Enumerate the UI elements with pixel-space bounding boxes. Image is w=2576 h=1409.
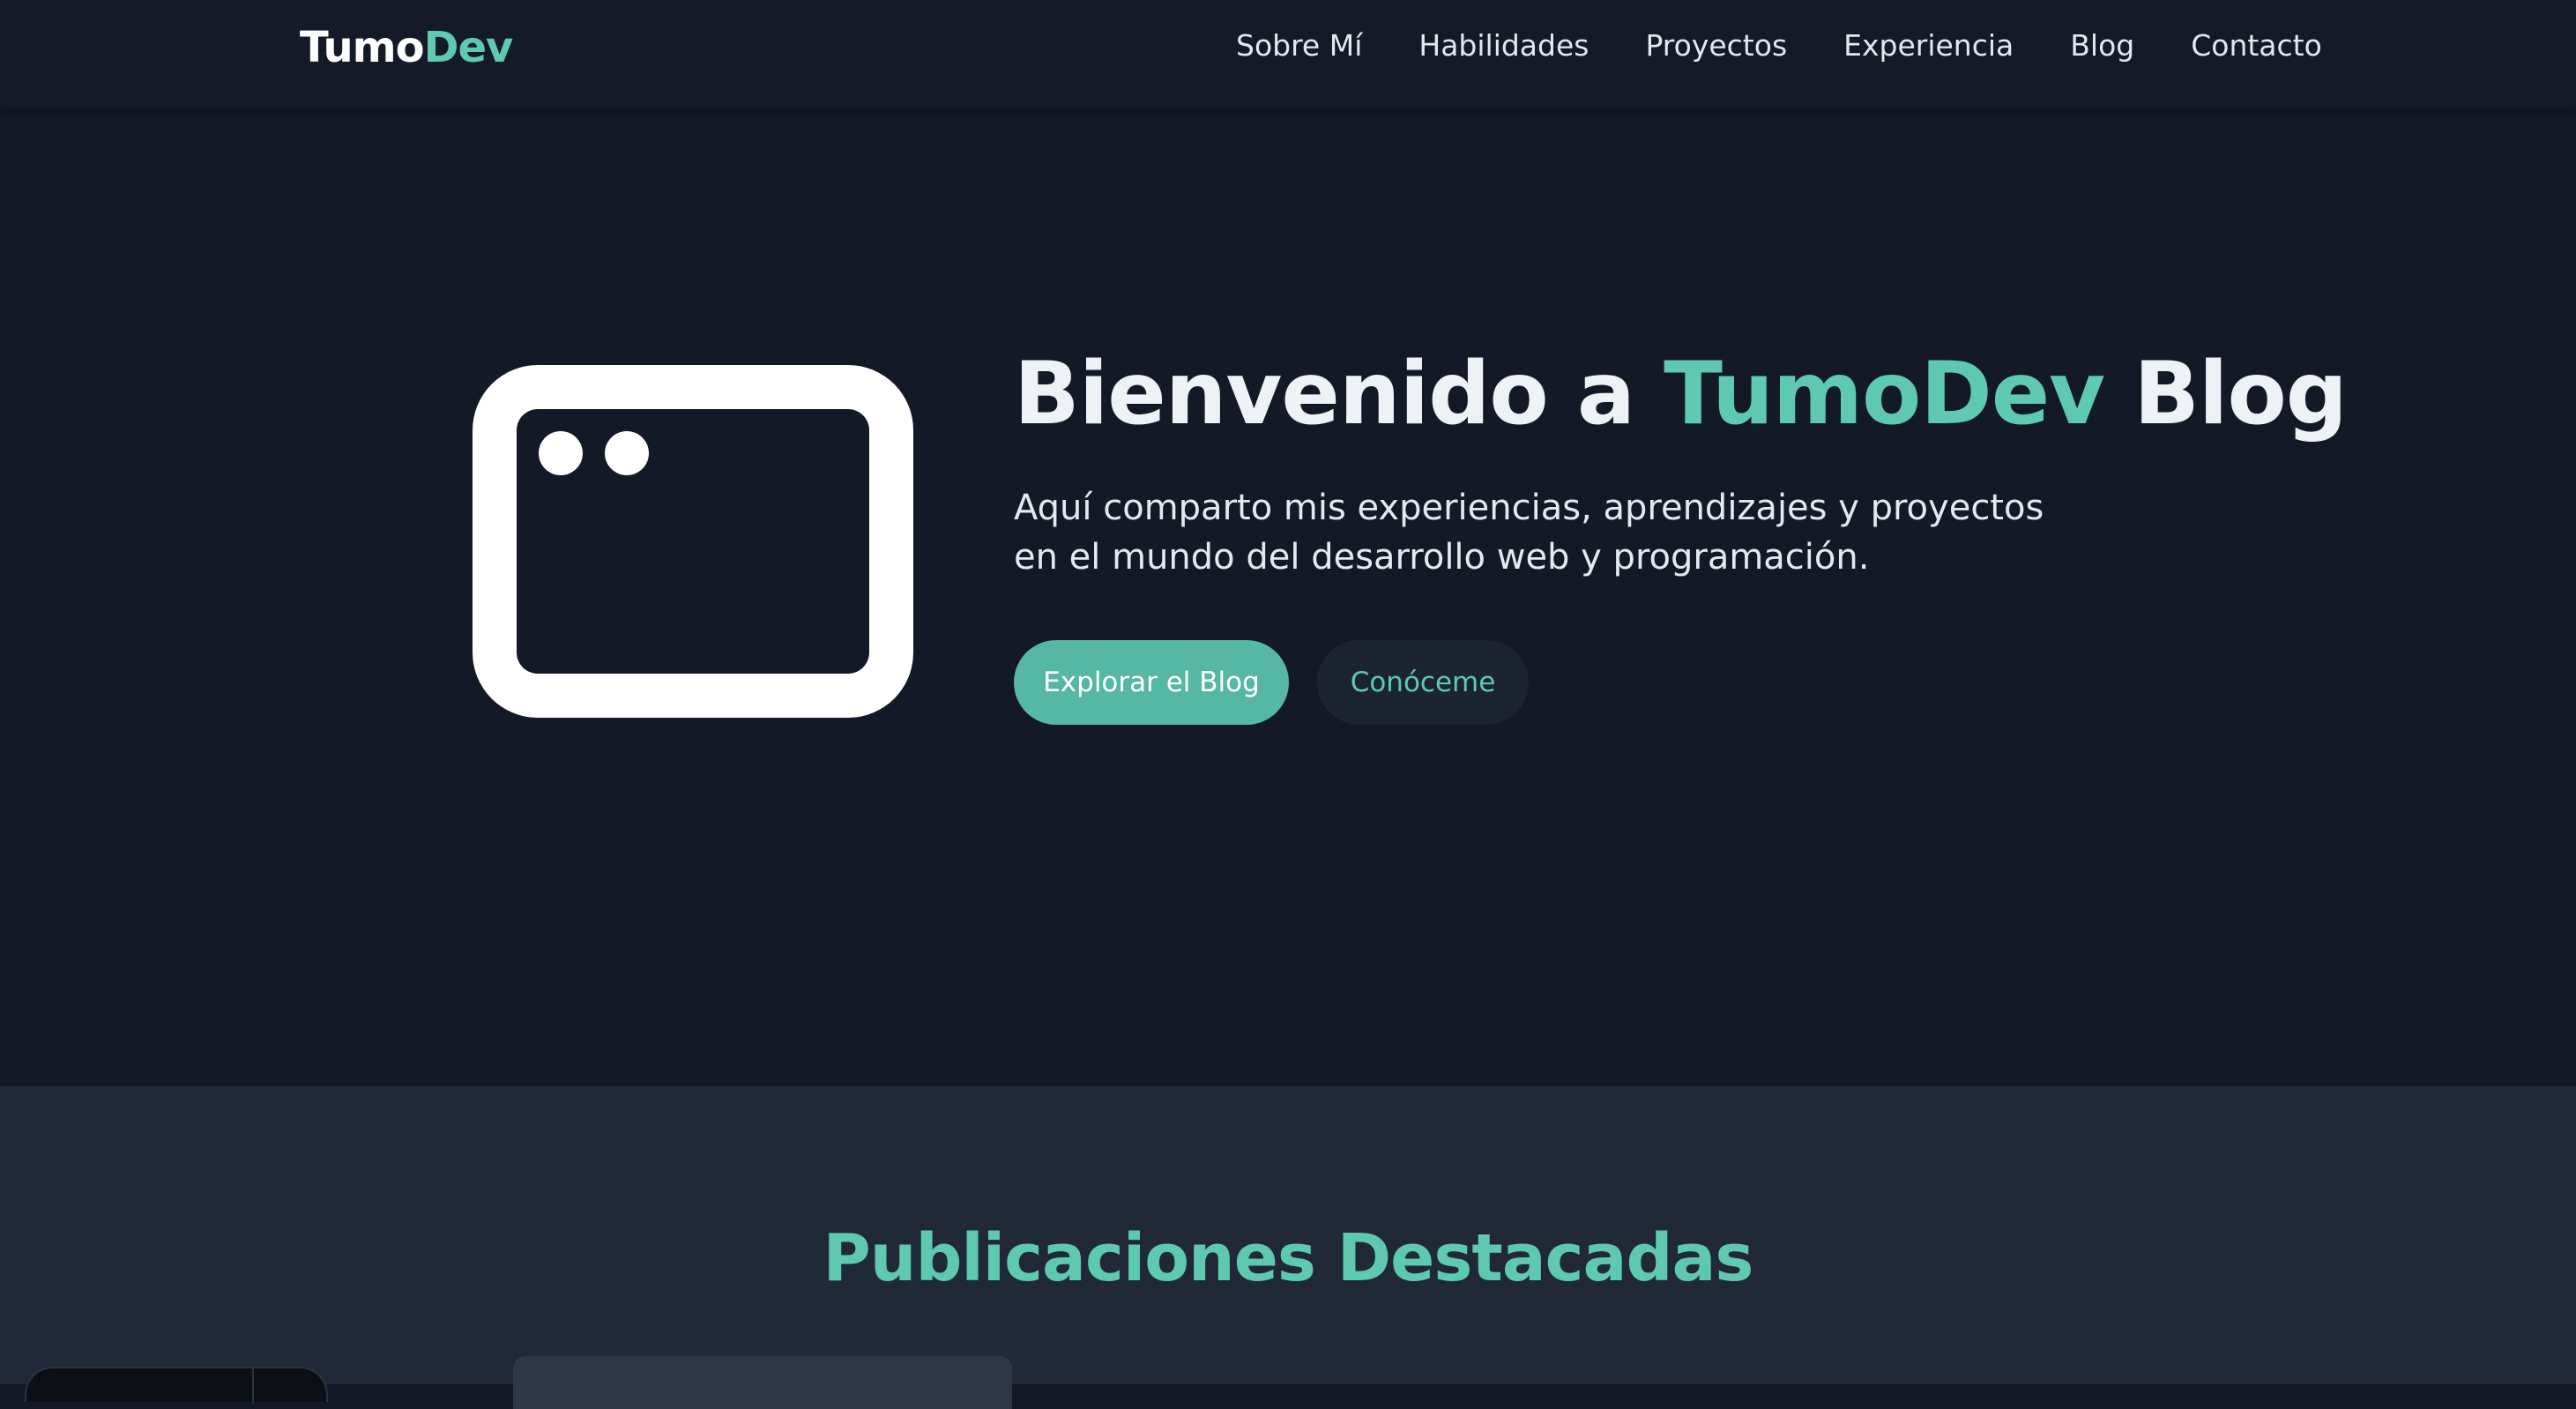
logo-text-tumo: Tumo (300, 23, 425, 72)
main-nav: Sobre Mí Habilidades Proyectos Experienc… (1236, 28, 2322, 63)
explore-blog-button[interactable]: Explorar el Blog (1014, 640, 1289, 725)
nav-link-experiencia[interactable]: Experiencia (1843, 28, 2014, 63)
window-dot (605, 431, 649, 475)
top-navbar: TumoDev Sobre Mí Habilidades Proyectos E… (0, 0, 2576, 108)
hero-title-accent: TumoDev (1664, 344, 2105, 444)
post-card[interactable] (513, 1356, 1012, 1409)
featured-posts-section: Publicaciones Destacadas (0, 1086, 2576, 1409)
hero-title-prefix: Bienvenido a (1014, 344, 1664, 444)
floating-widget[interactable] (25, 1367, 328, 1404)
hero-section: Bienvenido a TumoDev Blog Aquí comparto … (0, 108, 2576, 1086)
featured-posts-title: Publicaciones Destacadas (823, 1220, 1754, 1296)
nav-link-sobre-mi[interactable]: Sobre Mí (1236, 28, 1362, 63)
hero-subtitle: Aquí comparto mis experiencias, aprendiz… (1014, 488, 2044, 578)
hero-title-suffix: Blog (2104, 344, 2348, 444)
browser-window-screen (517, 409, 869, 674)
about-me-button[interactable]: Conóceme (1317, 640, 1529, 725)
logo-text-dev: Dev (423, 23, 514, 72)
hero-title: Bienvenido a TumoDev Blog (1014, 344, 2348, 444)
browser-window-icon (473, 365, 913, 718)
nav-link-contacto[interactable]: Contacto (2191, 28, 2322, 63)
nav-link-proyectos[interactable]: Proyectos (1645, 28, 1787, 63)
window-dot (539, 431, 583, 475)
widget-divider (252, 1368, 254, 1404)
nav-link-blog[interactable]: Blog (2070, 28, 2134, 63)
site-logo[interactable]: TumoDev (300, 23, 514, 72)
nav-link-habilidades[interactable]: Habilidades (1418, 28, 1589, 63)
